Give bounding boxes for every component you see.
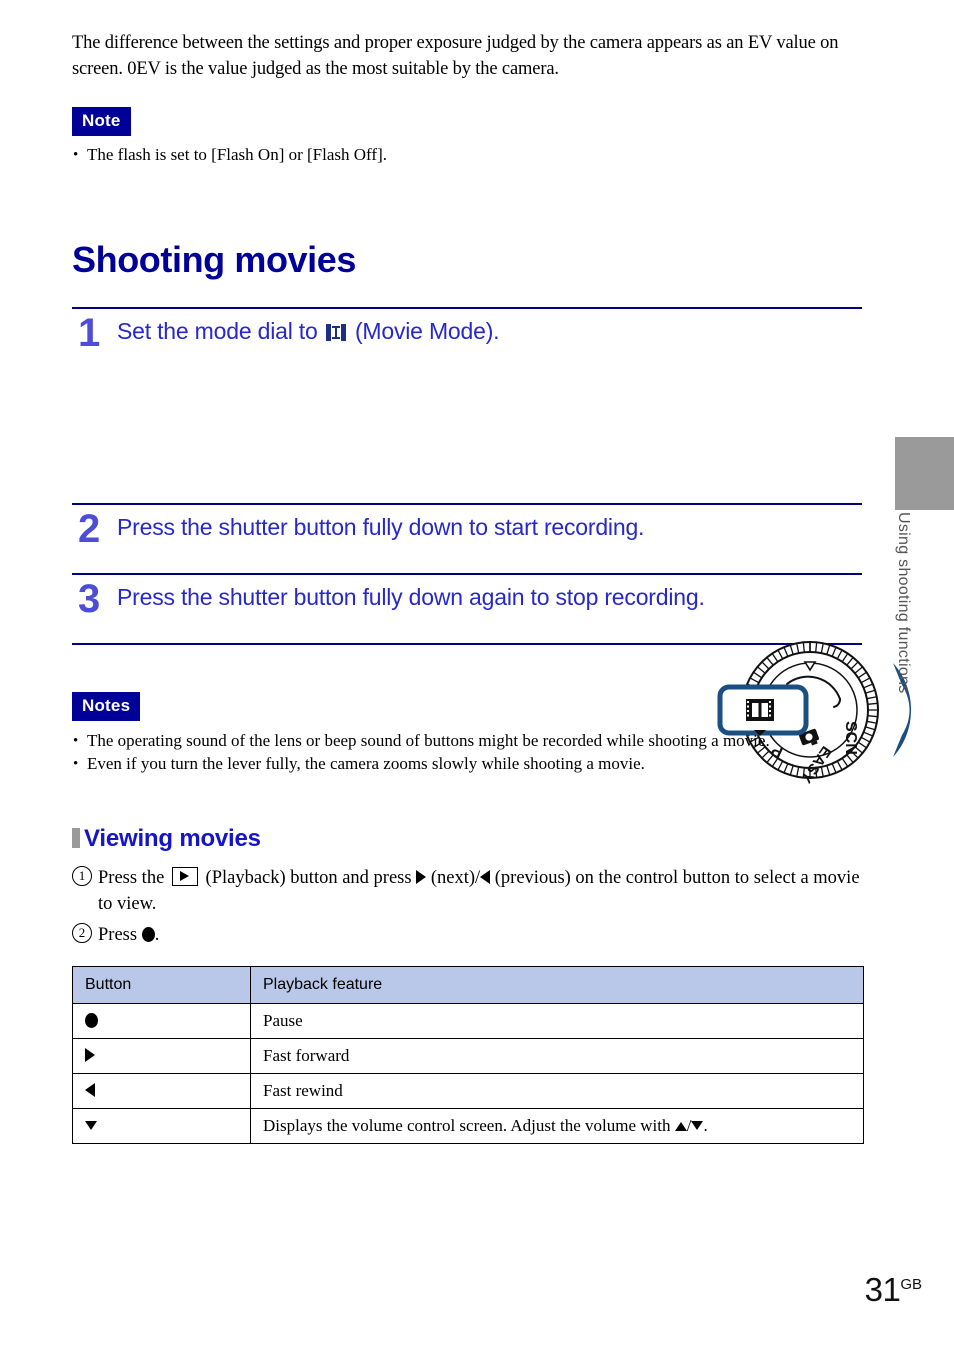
- step-3-number: 3: [78, 577, 101, 621]
- procedure-item-2: 2 Press .: [72, 922, 864, 948]
- triangle-down-icon: [85, 1121, 97, 1130]
- table-header-row: Button Playback feature: [72, 966, 864, 1004]
- table-cell-feature: Fast rewind: [250, 1073, 864, 1109]
- table-cell-feature: Displays the volume control screen. Adju…: [250, 1108, 864, 1144]
- step-2: 2 Press the shutter button fully down to…: [72, 505, 862, 573]
- notes-badge-container: Notes: [72, 692, 864, 721]
- subsection-marker-icon: [72, 828, 80, 848]
- chapter-tab-marker: [895, 437, 954, 510]
- notes-bullet-item: The operating sound of the lens or beep …: [72, 730, 864, 752]
- procedure-2-part1: Press: [98, 925, 142, 945]
- chapter-tab-label: Using shooting functions: [895, 512, 912, 694]
- table-row: Fast rewind: [72, 1073, 864, 1109]
- table-row: Displays the volume control screen. Adju…: [72, 1108, 864, 1144]
- step-2-text: Press the shutter button fully down to s…: [117, 514, 645, 540]
- feature-text-part2: .: [703, 1116, 708, 1135]
- movie-mode-film-icon: [325, 324, 346, 341]
- procedure-1-part2: (Playback) button and press: [200, 868, 417, 888]
- triangle-right-icon: [416, 870, 427, 884]
- feature-text-part1: Displays the volume control screen. Adju…: [263, 1116, 675, 1135]
- triangle-up-icon: [674, 1122, 687, 1131]
- table-header-button: Button: [72, 966, 251, 1004]
- intro-paragraph: The difference between the settings and …: [72, 33, 839, 79]
- steps-list: 1 Set the mode dial to (Movie Mode). SCN…: [72, 307, 911, 786]
- note-bullet-item: The flash is set to [Flash On] or [Flash…: [72, 144, 864, 166]
- center-button-dot-icon: [85, 1013, 98, 1028]
- table-cell-feature: Fast forward: [250, 1038, 864, 1074]
- viewing-procedure-list: 1 Press the (Playback) button and press (…: [72, 865, 864, 953]
- table-cell-button: [72, 1003, 251, 1039]
- table-cell-button: [72, 1073, 251, 1109]
- subsection-title: Viewing movies: [84, 825, 261, 852]
- triangle-right-icon: [85, 1048, 95, 1062]
- page-number-value: 31: [864, 1271, 901, 1308]
- step-1-text-after: (Movie Mode).: [348, 318, 500, 344]
- triangle-left-icon: [480, 870, 491, 884]
- step-1-text: Set the mode dial to (Movie Mode).: [117, 315, 555, 347]
- note-badge-container: Note: [72, 107, 864, 136]
- page-number-suffix: GB: [900, 1276, 922, 1293]
- step-1-text-before: Set the mode dial to: [117, 318, 324, 344]
- page-number: 31GB: [865, 1271, 922, 1309]
- notes-bullet-item: Even if you turn the lever fully, the ca…: [72, 753, 864, 775]
- triangle-down-icon: [691, 1121, 704, 1130]
- playback-button-icon: [171, 867, 198, 886]
- table-cell-feature: Pause: [250, 1003, 864, 1039]
- notes-badge: Notes: [72, 692, 141, 721]
- table-row: Pause: [72, 1003, 864, 1039]
- table-cell-button: [72, 1108, 251, 1144]
- procedure-2-part2: .: [154, 925, 160, 945]
- procedure-item-1: 1 Press the (Playback) button and press (…: [72, 865, 864, 917]
- table-row: Fast forward: [72, 1038, 864, 1074]
- procedure-number-1: 1: [72, 866, 92, 886]
- step-1-number: 1: [78, 311, 101, 355]
- page-title: Shooting movies: [72, 239, 357, 280]
- subsection-title-row: Viewing movies: [72, 824, 864, 854]
- triangle-left-icon: [85, 1083, 95, 1097]
- center-button-dot-icon: [141, 927, 155, 942]
- note-bullet-list: The flash is set to [Flash On] or [Flash…: [72, 144, 864, 167]
- procedure-1-part3: (next)/: [426, 868, 481, 888]
- step-1: 1 Set the mode dial to (Movie Mode). SCN…: [72, 309, 911, 786]
- step-3-text: Press the shutter button fully down agai…: [117, 584, 705, 610]
- playback-feature-table: Button Playback feature Pause Fast forwa…: [72, 966, 864, 1144]
- step-3: 3 Press the shutter button fully down ag…: [72, 575, 862, 643]
- note-badge: Note: [72, 107, 131, 136]
- table-header-feature: Playback feature: [250, 966, 864, 1004]
- notes-bullet-list: The operating sound of the lens or beep …: [72, 730, 864, 776]
- step-2-number: 2: [78, 507, 101, 551]
- procedure-1-part1: Press the: [98, 868, 169, 888]
- manual-page: The difference between the settings and …: [0, 0, 954, 1357]
- procedure-number-2: 2: [72, 923, 92, 943]
- table-cell-button: [72, 1038, 251, 1074]
